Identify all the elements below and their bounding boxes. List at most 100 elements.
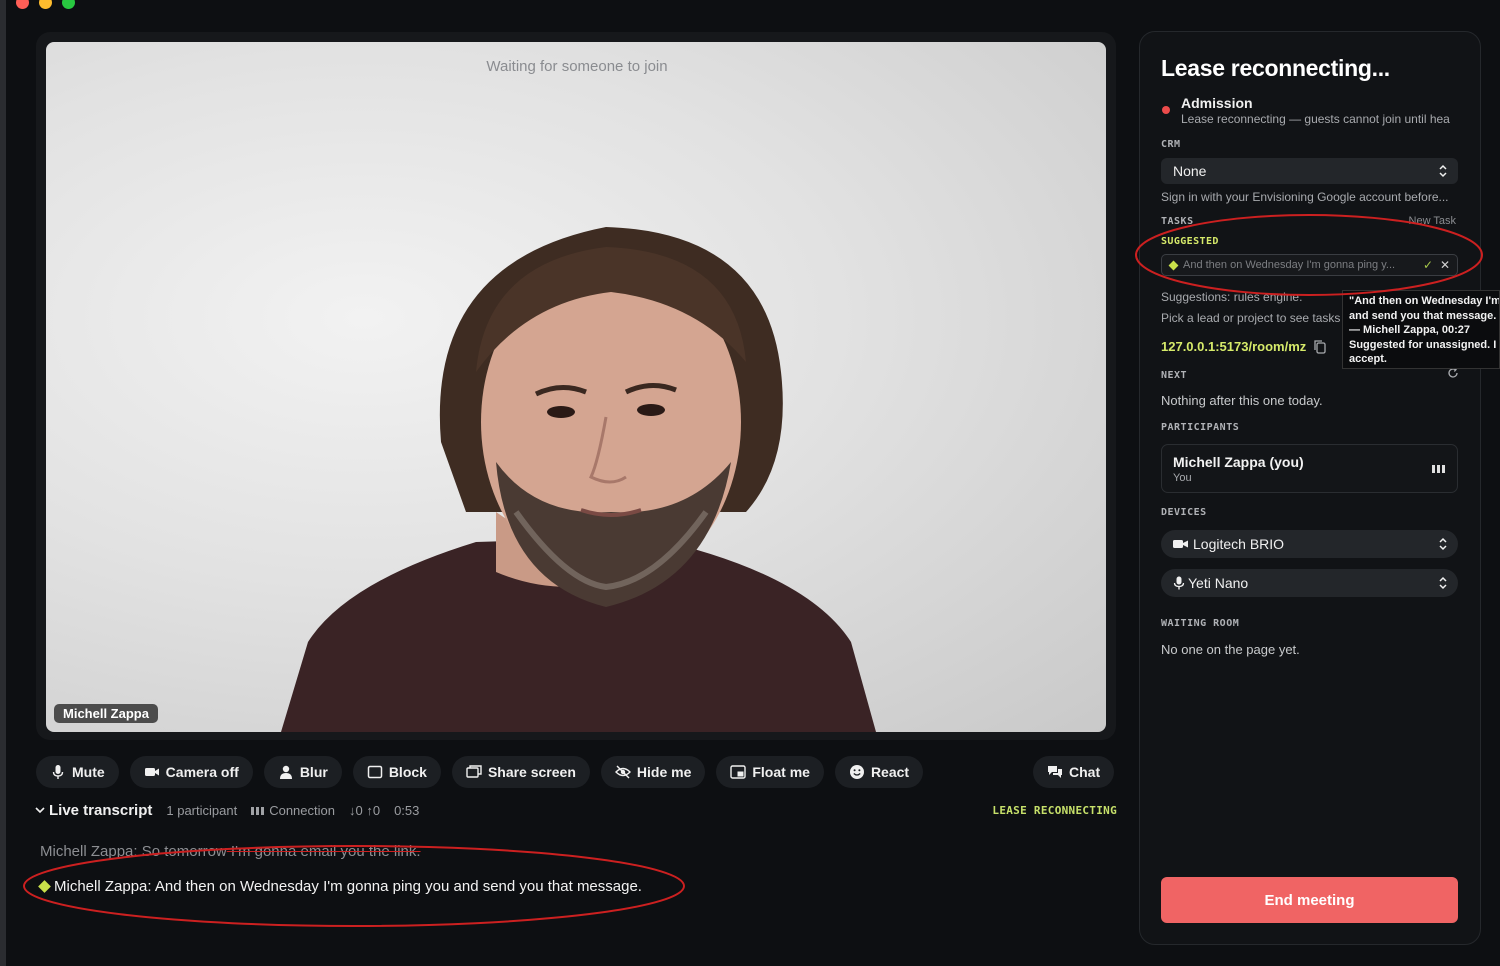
mute-button[interactable]: Mute xyxy=(36,756,119,788)
share-screen-button[interactable]: Share screen xyxy=(451,756,590,788)
waiting-message: Waiting for someone to join xyxy=(486,58,668,75)
eye-slash-icon xyxy=(614,765,631,779)
camera-device-select[interactable]: Logitech BRIO xyxy=(1161,530,1458,558)
tooltip-line: — Michell Zappa, 00:27 xyxy=(1349,324,1471,336)
signal-bars-icon xyxy=(251,807,265,816)
block-button[interactable]: Block xyxy=(352,756,441,788)
video-stage: Waiting for someone to join Michell Zapp… xyxy=(36,32,1116,740)
microphone-icon xyxy=(1173,576,1185,590)
transcript-header: Live transcript 1 participant Connection… xyxy=(35,801,1117,819)
participant-count: 1 participant xyxy=(166,802,238,818)
room-url[interactable]: 127.0.0.1:5173/room/mz xyxy=(1161,339,1326,354)
tasks-section-label: TASKS xyxy=(1161,216,1194,227)
suggested-task-item[interactable]: And then on Wednesday I'm gonna ping y..… xyxy=(1161,254,1458,276)
suggestion-tooltip: "And then on Wednesday I'm and send you … xyxy=(1342,290,1500,369)
picture-in-picture-icon xyxy=(730,765,747,779)
pick-lead-hint: Pick a lead or project to see tasks xyxy=(1161,311,1341,325)
transcript-line-text: Michell Zappa: And then on Wednesday I'm… xyxy=(54,878,642,895)
camera-off-label: Camera off xyxy=(165,764,239,780)
share-screen-icon xyxy=(466,765,482,778)
next-section-label: NEXT xyxy=(1161,370,1188,381)
person-icon xyxy=(279,765,292,779)
panel-title: Lease reconnecting... xyxy=(1161,55,1390,81)
crm-select-value: None xyxy=(1173,163,1207,179)
zoom-window-button[interactable] xyxy=(62,0,75,9)
crm-hint: Sign in with your Envisioning Google acc… xyxy=(1161,190,1449,204)
transcript-line-text: Michell Zappa: So tomorrow xyxy=(40,843,227,860)
participant-role: You xyxy=(1173,472,1192,484)
waiting-room-section-label: WAITING ROOM xyxy=(1161,618,1240,629)
suggested-task-text: And then on Wednesday I'm gonna ping y..… xyxy=(1183,259,1396,271)
hide-me-button[interactable]: Hide me xyxy=(600,756,706,788)
audio-level-icon xyxy=(1432,465,1445,473)
transcript-line: Michell Zappa: So tomorrow I'm gonna ema… xyxy=(40,843,421,860)
call-controls: Mute Camera off Blur Block Share screen … xyxy=(36,756,924,788)
tooltip-line: accept. xyxy=(1349,353,1387,365)
camera-device-value: Logitech BRIO xyxy=(1193,536,1285,552)
participant-video-image xyxy=(281,227,876,732)
crm-select[interactable]: None xyxy=(1161,158,1458,184)
select-chevrons-icon xyxy=(1439,164,1447,178)
hide-me-label: Hide me xyxy=(636,764,692,780)
transcript-title[interactable]: Live transcript xyxy=(49,802,152,819)
participants-section-label: PARTICIPANTS xyxy=(1161,422,1240,433)
select-chevrons-icon xyxy=(1439,537,1447,551)
copy-icon[interactable] xyxy=(1314,339,1326,354)
chat-bubbles-icon xyxy=(1048,766,1062,778)
devices-section-label: DEVICES xyxy=(1161,507,1207,518)
minimize-window-button[interactable] xyxy=(39,0,52,9)
transcript-line-highlighted: Michell Zappa: And then on Wednesday I'm… xyxy=(38,878,642,895)
react-button[interactable]: React xyxy=(834,756,924,788)
blur-button[interactable]: Blur xyxy=(263,756,342,788)
connection-label: Connection xyxy=(269,802,335,818)
chat-label: Chat xyxy=(1069,764,1101,780)
select-chevrons-icon xyxy=(1439,576,1447,590)
square-icon xyxy=(367,765,383,779)
traffic-counter: ↓0 ↑0 xyxy=(348,802,381,818)
accept-check-icon[interactable]: ✓ xyxy=(1423,258,1433,272)
suggested-label: SUGGESTED xyxy=(1161,236,1219,247)
background-window-edge xyxy=(0,0,6,966)
float-me-label: Float me xyxy=(752,764,810,780)
waiting-room-text: No one on the page yet. xyxy=(1161,642,1300,657)
end-meeting-button[interactable]: End meeting xyxy=(1161,877,1458,923)
suggestion-diamond-icon xyxy=(1168,260,1179,270)
microphone-icon xyxy=(52,765,64,779)
chevron-down-icon[interactable] xyxy=(35,805,45,815)
admission-status-dot xyxy=(1162,106,1170,114)
dismiss-x-icon[interactable]: ✕ xyxy=(1440,258,1450,272)
admission-label: Admission xyxy=(1181,95,1253,111)
block-label: Block xyxy=(388,764,427,780)
room-url-text: 127.0.0.1:5173/room/mz xyxy=(1161,339,1307,354)
lease-status-badge: LEASE RECONNECTING xyxy=(992,803,1117,817)
video-camera-icon xyxy=(1173,540,1188,548)
blur-label: Blur xyxy=(299,764,328,780)
participant-name: Michell Zappa (you) xyxy=(1173,454,1304,470)
admission-description: Lease reconnecting — guests cannot join … xyxy=(1181,112,1450,126)
window-controls xyxy=(16,0,75,9)
transcript-line-struck-text: I'm gonna email you the link. xyxy=(226,843,421,860)
tooltip-line: "And then on Wednesday I'm xyxy=(1349,295,1500,307)
camera-off-button[interactable]: Camera off xyxy=(129,756,253,788)
crm-section-label: CRM xyxy=(1161,139,1181,150)
meeting-side-panel: Lease reconnecting... Admission Lease re… xyxy=(1139,31,1481,945)
close-window-button[interactable] xyxy=(16,0,29,9)
microphone-device-select[interactable]: Yeti Nano xyxy=(1161,569,1458,597)
self-video-tile[interactable]: Waiting for someone to join Michell Zapp… xyxy=(46,42,1106,732)
tooltip-line: Suggested for unassigned. I xyxy=(1349,338,1497,351)
participant-name-tag: Michell Zappa xyxy=(54,704,158,723)
chat-button[interactable]: Chat xyxy=(1033,756,1115,788)
float-me-button[interactable]: Float me xyxy=(716,756,824,788)
connection-indicator: Connection xyxy=(251,803,335,818)
smiley-icon xyxy=(849,765,864,779)
video-camera-icon xyxy=(144,768,159,776)
new-task-link[interactable]: New Task xyxy=(1409,215,1456,227)
mute-label: Mute xyxy=(72,764,105,780)
microphone-device-value: Yeti Nano xyxy=(1188,575,1249,591)
elapsed-time: 0:53 xyxy=(394,802,420,818)
share-screen-label: Share screen xyxy=(487,764,576,780)
tooltip-line: and send you that message. xyxy=(1349,309,1497,322)
participant-card[interactable]: Michell Zappa (you) You xyxy=(1161,444,1458,493)
suggestion-diamond-icon xyxy=(38,880,51,893)
react-label: React xyxy=(870,764,910,780)
